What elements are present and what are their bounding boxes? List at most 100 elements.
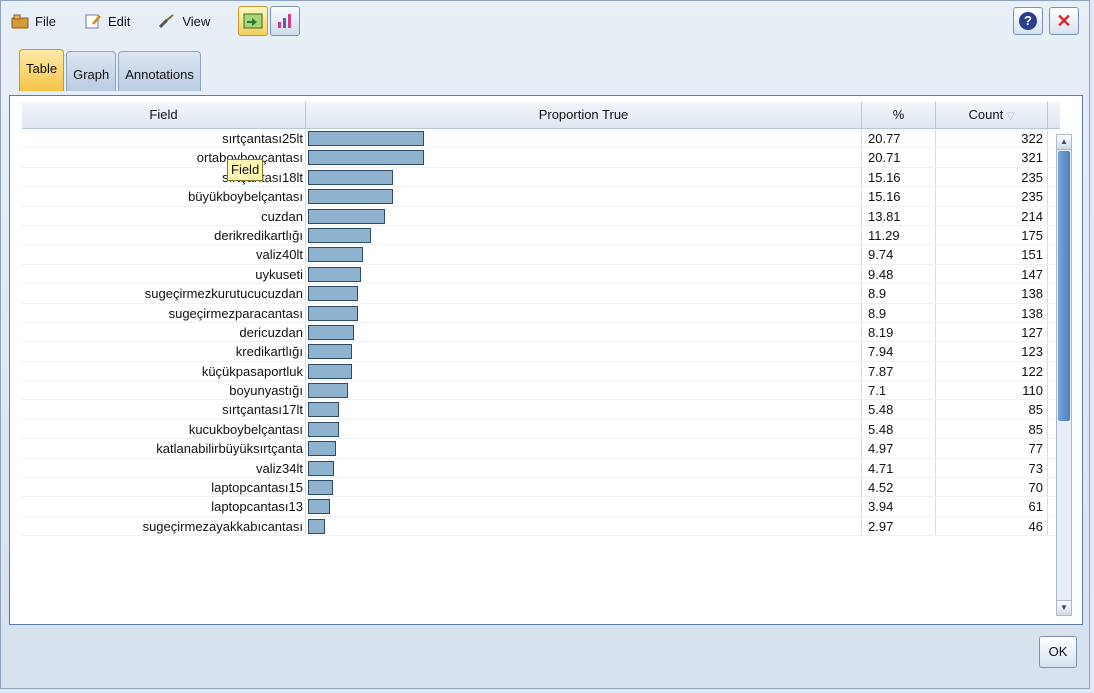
count-cell: 151	[936, 245, 1048, 264]
view-menu[interactable]: View	[158, 13, 210, 29]
table-view-button[interactable]	[238, 6, 269, 36]
proportion-bar	[308, 518, 325, 534]
table-row[interactable]: valiz40lt 9.74 151	[22, 245, 1060, 265]
count-cell: 85	[936, 419, 1048, 439]
proportion-cell	[306, 167, 862, 187]
percent-cell: 3.94	[862, 497, 936, 516]
chart-icon	[278, 14, 292, 28]
table-row[interactable]: sırtçantası17lt 5.48 85	[22, 400, 1060, 420]
tab-graph[interactable]: Graph	[66, 51, 117, 91]
field-cell: sugeçirmezayakkabıcantası	[22, 516, 306, 536]
tab-annotations[interactable]: Annotations	[118, 51, 201, 91]
table-row[interactable]: derikredikartlığı 11.29 175	[22, 225, 1060, 246]
percent-cell: 9.74	[862, 245, 936, 264]
count-header-label: Count	[968, 107, 1004, 122]
proportion-bar	[308, 247, 363, 263]
column-header-field[interactable]: Field	[22, 102, 306, 128]
table-row[interactable]: sırtçantası25lt 20.77 322	[22, 129, 1060, 149]
table-row[interactable]: büyükboybelçantası 15.16 235	[22, 187, 1060, 207]
proportion-cell	[306, 264, 862, 284]
table-row[interactable]: kucukboybelçantası 5.48 85	[22, 419, 1060, 440]
proportion-bar	[308, 421, 339, 437]
table-panel: Field Proportion True % Count ▽ sırtçant…	[9, 95, 1083, 625]
proportion-bar	[308, 363, 353, 379]
proportion-bar	[308, 402, 339, 418]
proportion-cell	[306, 381, 862, 400]
table-row[interactable]: kredikartlığı 7.94 123	[22, 342, 1060, 362]
table-row[interactable]: boyunyastığı 7.1 110	[22, 381, 1060, 401]
proportion-cell	[306, 129, 862, 148]
proportion-bar	[308, 344, 353, 360]
field-cell: valiz40lt	[22, 245, 306, 264]
count-cell: 85	[936, 400, 1048, 419]
table-row[interactable]: sugeçirmezkurutucucuzdan 8.9 138	[22, 284, 1060, 304]
count-cell: 73	[936, 458, 1048, 478]
field-cell: uykuseti	[22, 264, 306, 284]
table-row[interactable]: laptopcantası15 4.52 70	[22, 478, 1060, 498]
proportion-cell	[306, 342, 862, 361]
edit-menu-label: Edit	[107, 13, 131, 29]
proportion-bar	[308, 189, 393, 205]
column-header-count[interactable]: Count ▽	[936, 102, 1048, 128]
percent-cell: 7.87	[862, 361, 936, 381]
percent-cell: 20.77	[862, 129, 936, 148]
table-row[interactable]: katlanabilirbüyüksırtçanta 4.97 77	[22, 439, 1060, 459]
percent-cell: 7.94	[862, 342, 936, 361]
table-row[interactable]: sugeçirmezparacantası 8.9 138	[22, 303, 1060, 323]
proportion-cell	[306, 148, 862, 167]
count-cell: 235	[936, 187, 1048, 206]
vertical-scrollbar[interactable]: ▲ ▼	[1056, 134, 1072, 616]
proportion-cell	[306, 206, 862, 225]
table-row[interactable]: sugeçirmezayakkabıcantası 2.97 46	[22, 516, 1060, 537]
scroll-down-arrow-icon[interactable]: ▼	[1057, 600, 1071, 615]
field-tooltip: Field	[227, 159, 264, 181]
table-row[interactable]: cuzdan 13.81 214	[22, 206, 1060, 226]
percent-cell: 2.97	[862, 516, 936, 536]
proportion-cell	[306, 284, 862, 303]
close-button[interactable]: ✕	[1049, 7, 1079, 35]
field-cell: boyunyastığı	[22, 381, 306, 400]
file-icon	[11, 13, 29, 29]
proportion-bar	[308, 208, 386, 224]
percent-cell: 4.52	[862, 478, 936, 497]
edit-menu[interactable]: Edit	[84, 13, 130, 29]
table-row[interactable]: laptopcantası13 3.94 61	[22, 497, 1060, 517]
count-cell: 138	[936, 284, 1048, 303]
table-row[interactable]: dericuzdan 8.19 127	[22, 322, 1060, 343]
table-row[interactable]: uykuseti 9.48 147	[22, 264, 1060, 285]
count-cell: 147	[936, 264, 1048, 284]
percent-cell: 11.29	[862, 225, 936, 245]
file-menu[interactable]: File	[11, 13, 56, 29]
column-header-proportion[interactable]: Proportion True	[306, 102, 862, 128]
table-body: sırtçantası25lt 20.77 322 ortaboyboyçantası…	[22, 129, 1060, 537]
proportion-cell	[306, 245, 862, 264]
count-cell: 61	[936, 497, 1048, 516]
percent-cell: 8.9	[862, 303, 936, 322]
percent-cell: 5.48	[862, 419, 936, 439]
count-cell: 77	[936, 439, 1048, 458]
scroll-up-arrow-icon[interactable]: ▲	[1057, 135, 1071, 150]
scrollbar-thumb[interactable]	[1058, 151, 1070, 421]
field-cell: sugeçirmezparacantası	[22, 303, 306, 322]
ok-button[interactable]: OK	[1039, 636, 1077, 668]
proportion-bar	[308, 305, 358, 321]
field-cell: büyükboybelçantası	[22, 187, 306, 206]
help-button[interactable]: ?	[1013, 7, 1043, 35]
tab-strip: Table Graph Annotations	[19, 49, 201, 93]
percent-cell: 7.1	[862, 381, 936, 400]
count-cell: 70	[936, 478, 1048, 497]
percent-cell: 8.19	[862, 322, 936, 342]
table-row[interactable]: küçükpasaportluk 7.87 122	[22, 361, 1060, 382]
column-header-percent[interactable]: %	[862, 102, 936, 128]
percent-cell: 20.71	[862, 148, 936, 167]
table-header: Field Proportion True % Count ▽	[22, 102, 1060, 129]
table-row[interactable]: sırtçantası18lt 15.16235	[22, 167, 1060, 188]
tab-table[interactable]: Table	[19, 49, 65, 91]
graph-view-button[interactable]	[270, 6, 301, 36]
window-controls: ? ✕	[1013, 7, 1079, 35]
table-row[interactable]: ortaboyboyçantası 20.71 321	[22, 148, 1060, 168]
count-cell: 123	[936, 342, 1048, 361]
table-row[interactable]: valiz34lt 4.71 73	[22, 458, 1060, 479]
proportion-bar	[308, 169, 393, 185]
field-cell: kucukboybelçantası	[22, 419, 306, 439]
